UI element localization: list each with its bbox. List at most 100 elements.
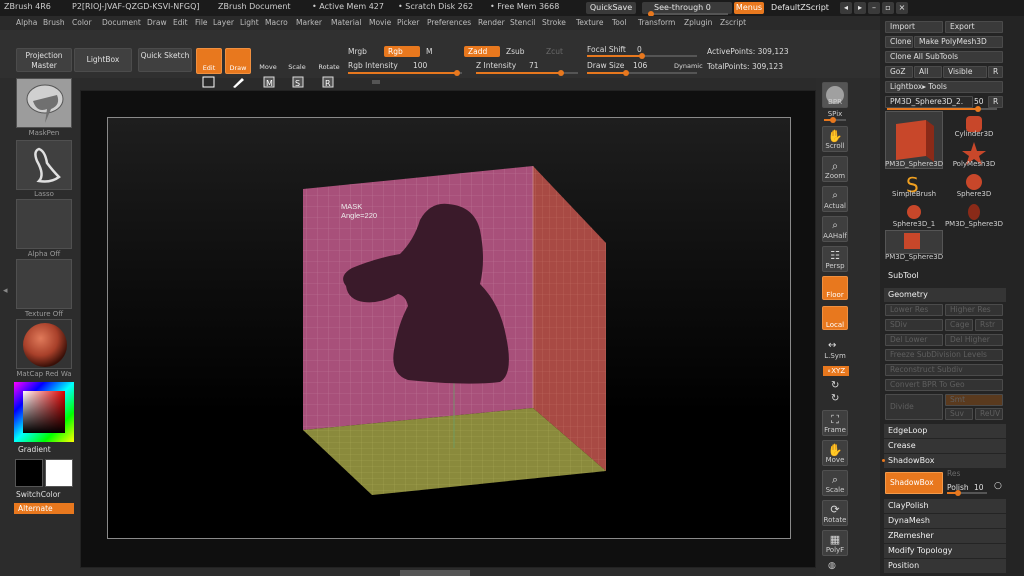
m-toggle[interactable]: M bbox=[426, 47, 432, 56]
make-polymesh-button[interactable]: Make PolyMesh3D bbox=[914, 36, 1003, 48]
menu-layer[interactable]: Layer bbox=[213, 18, 234, 27]
lower-res-button[interactable]: Lower Res bbox=[885, 304, 943, 316]
subtool-header[interactable]: SubTool bbox=[884, 269, 1006, 283]
draw-mode-button[interactable]: Draw bbox=[225, 48, 251, 74]
menu-preferences[interactable]: Preferences bbox=[427, 18, 471, 27]
rotate-z-icon[interactable]: ↻ bbox=[831, 393, 839, 404]
quicksave-button[interactable]: QuickSave bbox=[586, 2, 636, 14]
lsym-button[interactable]: L.Sym bbox=[818, 352, 852, 360]
edgeloop-header[interactable]: EdgeLoop bbox=[884, 424, 1006, 438]
zsub-toggle[interactable]: Zsub bbox=[506, 47, 525, 56]
scale-mode-button[interactable]: Scale bbox=[284, 48, 310, 74]
menus-button[interactable]: Menus bbox=[734, 2, 764, 14]
switch-color-button[interactable]: SwitchColor bbox=[16, 490, 60, 499]
menu-stencil[interactable]: Stencil bbox=[510, 18, 535, 27]
current-tool-name[interactable]: PM3D_Sphere3D_2. bbox=[885, 96, 973, 108]
alpha-thumbnail[interactable] bbox=[16, 199, 72, 249]
gradient-label[interactable]: Gradient bbox=[18, 445, 51, 454]
menu-render[interactable]: Render bbox=[478, 18, 505, 27]
move-mode-button[interactable]: Move bbox=[255, 48, 281, 74]
edit-mode-button[interactable]: Edit bbox=[196, 48, 222, 74]
shadowbox-header[interactable]: ShadowBox bbox=[884, 454, 1006, 468]
mrgb-toggle[interactable]: Mrgb bbox=[348, 47, 367, 56]
pm3d-sphere-tile-2[interactable] bbox=[885, 230, 943, 254]
claypolish-header[interactable]: ClayPolish bbox=[884, 499, 1006, 513]
polish-circle-icon[interactable]: ○ bbox=[994, 481, 1002, 491]
transp-icon[interactable]: ◍ bbox=[828, 561, 836, 571]
res-slider[interactable]: Res bbox=[947, 469, 960, 478]
menu-texture[interactable]: Texture bbox=[576, 18, 603, 27]
brush-thumbnail[interactable] bbox=[16, 78, 72, 128]
goz-button[interactable]: GoZ bbox=[885, 66, 913, 78]
cube-model[interactable]: MASK Angle=220 bbox=[108, 118, 792, 540]
modify-topology-header[interactable]: Modify Topology bbox=[884, 544, 1006, 558]
chevron-right-icon[interactable]: ▸ bbox=[854, 2, 866, 14]
restore-icon[interactable]: ▫ bbox=[882, 2, 894, 14]
import-button[interactable]: Import bbox=[885, 21, 943, 33]
freeze-subdivision-button[interactable]: Freeze SubDivision Levels bbox=[885, 349, 1003, 361]
shadowbox-button[interactable]: ShadowBox bbox=[885, 472, 943, 494]
cage-button[interactable]: Cage bbox=[945, 319, 973, 331]
menu-edit[interactable]: Edit bbox=[173, 18, 188, 27]
menu-stroke[interactable]: Stroke bbox=[542, 18, 566, 27]
secondary-color-swatch[interactable] bbox=[45, 459, 73, 487]
menu-light[interactable]: Light bbox=[240, 18, 259, 27]
rotate-y-icon[interactable]: ↻ bbox=[831, 380, 839, 391]
rotate-mode-button[interactable]: Rotate bbox=[315, 48, 343, 74]
chevron-left-icon[interactable]: ◂ bbox=[840, 2, 852, 14]
divide-button[interactable]: Divide bbox=[885, 394, 943, 420]
zadd-toggle[interactable]: Zadd bbox=[464, 46, 500, 57]
export-button[interactable]: Export bbox=[945, 21, 1003, 33]
dynamic-toggle[interactable]: Dynamic bbox=[674, 62, 703, 70]
reconstruct-subdiv-button[interactable]: Reconstruct Subdiv bbox=[885, 364, 1003, 376]
top-dock-handle[interactable] bbox=[372, 80, 380, 84]
color-picker[interactable] bbox=[14, 382, 74, 442]
clone-all-subtools-button[interactable]: Clone All SubTools bbox=[885, 51, 1003, 63]
bottom-dock-handle[interactable] bbox=[400, 570, 470, 576]
rgb-intensity-slider[interactable] bbox=[348, 70, 462, 76]
texture-thumbnail[interactable] bbox=[16, 259, 72, 309]
rstr-button[interactable]: Rstr bbox=[975, 319, 1003, 331]
menu-document[interactable]: Document bbox=[102, 18, 141, 27]
menu-marker[interactable]: Marker bbox=[296, 18, 322, 27]
clone-button[interactable]: Clone bbox=[885, 36, 913, 48]
z-intensity-slider[interactable] bbox=[476, 70, 578, 76]
menu-macro[interactable]: Macro bbox=[265, 18, 288, 27]
lightbox-button[interactable]: LightBox bbox=[74, 48, 132, 72]
menu-movie[interactable]: Movie bbox=[369, 18, 391, 27]
menu-brush[interactable]: Brush bbox=[43, 18, 65, 27]
menu-color[interactable]: Color bbox=[72, 18, 92, 27]
menu-transform[interactable]: Transform bbox=[638, 18, 675, 27]
menu-picker[interactable]: Picker bbox=[397, 18, 419, 27]
projection-master-button[interactable]: Projection Master bbox=[16, 48, 72, 72]
document-canvas[interactable]: MASK Angle=220 bbox=[107, 117, 791, 539]
suv-toggle[interactable]: Suv bbox=[945, 408, 973, 420]
zremesher-header[interactable]: ZRemesher bbox=[884, 529, 1006, 543]
del-higher-button[interactable]: Del Higher bbox=[945, 334, 1003, 346]
primary-color-swatch[interactable] bbox=[15, 459, 43, 487]
see-through-track[interactable] bbox=[648, 11, 728, 17]
polish-slider[interactable] bbox=[947, 490, 987, 496]
focal-shift-slider[interactable] bbox=[587, 53, 697, 59]
dynamesh-header[interactable]: DynaMesh bbox=[884, 514, 1006, 528]
close-icon[interactable]: × bbox=[896, 2, 908, 14]
position-header[interactable]: Position bbox=[884, 559, 1006, 573]
menu-draw[interactable]: Draw bbox=[147, 18, 167, 27]
stroke-thumbnail[interactable] bbox=[16, 140, 72, 190]
del-lower-button[interactable]: Del Lower bbox=[885, 334, 943, 346]
crease-header[interactable]: Crease bbox=[884, 439, 1006, 453]
menu-alpha[interactable]: Alpha bbox=[16, 18, 37, 27]
minimize-icon[interactable]: – bbox=[868, 2, 880, 14]
geometry-header[interactable]: Geometry bbox=[884, 288, 1006, 302]
visible-button[interactable]: Visible bbox=[943, 66, 987, 78]
r-button[interactable]: R bbox=[988, 66, 1003, 78]
menu-tool[interactable]: Tool bbox=[612, 18, 627, 27]
all-button[interactable]: All bbox=[914, 66, 942, 78]
r-tool-button[interactable]: R bbox=[988, 96, 1003, 108]
material-thumbnail[interactable] bbox=[16, 319, 72, 369]
reuv-button[interactable]: ReUV bbox=[975, 408, 1003, 420]
menu-zscript[interactable]: Zscript bbox=[720, 18, 746, 27]
lightbox-tools-button[interactable]: Lightbox▸ Tools bbox=[885, 81, 1003, 93]
spix-slider[interactable] bbox=[824, 117, 846, 123]
smt-toggle[interactable]: Smt bbox=[945, 394, 1003, 406]
